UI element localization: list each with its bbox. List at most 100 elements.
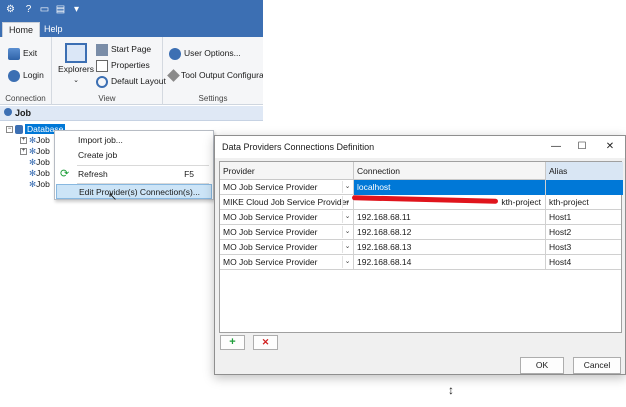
menu-item-refresh[interactable]: ⟳ Refresh F5 (56, 167, 212, 182)
tab-help[interactable]: Help (38, 22, 69, 37)
connection-cell[interactable]: localhost (354, 180, 546, 195)
alias-cell[interactable]: Host4 (546, 255, 623, 270)
user-settings-icon (169, 47, 181, 60)
maximize-icon[interactable]: ☐ (575, 140, 589, 154)
chevron-down-icon[interactable]: ⌄ (342, 211, 352, 223)
connection-cell[interactable]: 192.168.68.14 (354, 255, 546, 270)
mouse-pointer-icon: ↖ (108, 191, 118, 203)
chevron-down-icon: ⌄ (73, 77, 79, 84)
table-row[interactable]: MO Job Service Provider ⌄ 192.168.68.11 H… (220, 210, 621, 225)
ok-button[interactable]: OK (520, 357, 564, 374)
exit-button[interactable]: Exit (8, 47, 37, 60)
alias-cell[interactable]: kth-project (546, 195, 623, 210)
refresh-layout-icon (96, 75, 108, 88)
tree-node-job[interactable]: + ✻Job (20, 135, 50, 146)
help-icon[interactable]: ? (22, 3, 35, 16)
column-header-alias[interactable]: Alias (546, 162, 623, 180)
dropdown-icon[interactable]: ▾ (70, 3, 83, 16)
start-page-label: Start Page (111, 44, 152, 54)
tab-home[interactable]: Home (2, 22, 41, 37)
provider-combo[interactable]: MO Job Service Provider ⌄ (220, 180, 354, 195)
tree-node-job[interactable]: + ✻Job (20, 146, 50, 157)
menu-item-import-job[interactable]: Import job... (56, 133, 212, 148)
grid-header: Provider Connection Alias (220, 162, 623, 180)
providers-dialog: Data Providers Connections Definition — … (214, 135, 626, 375)
expand-icon[interactable]: + (20, 148, 27, 156)
refresh-icon: ⟳ (60, 168, 70, 180)
tree-node-label: Job (36, 135, 50, 145)
exit-label: Exit (23, 48, 38, 58)
tree-node-job[interactable]: ✻Job (29, 168, 50, 179)
explorers-button[interactable]: Explorers ⌄ (58, 43, 94, 87)
tool-output-button[interactable]: Tool Output Configuration... (167, 69, 263, 83)
window-icon[interactable]: ▭ (38, 3, 51, 16)
tree-node-job[interactable]: ✻Job (29, 157, 50, 168)
menu-item-edit-provider-connections[interactable]: Edit Provider(s) Connection(s)... (56, 184, 212, 199)
column-header-provider[interactable]: Provider (220, 162, 354, 180)
tree-node-label: Job (36, 168, 50, 178)
database-icon (15, 125, 23, 135)
expand-icon[interactable]: + (20, 137, 27, 145)
close-icon[interactable]: ✕ (603, 140, 617, 154)
group-connection: Exit Login Connection (0, 37, 52, 105)
table-row[interactable]: MO Job Service Provider ⌄ 192.168.68.14 H… (220, 255, 621, 270)
provider-combo[interactable]: MO Job Service Provider ⌄ (220, 255, 354, 270)
ribbon-tabs: Home Help (0, 20, 263, 37)
group-label-settings: Settings (198, 94, 228, 103)
connection-cell[interactable]: 192.168.68.11 (354, 210, 546, 225)
alias-cell[interactable]: Host1 (546, 210, 623, 225)
connections-grid: Provider Connection Alias MO Job Service… (219, 161, 623, 333)
table-row[interactable]: MO Job Service Provider ⌄ 192.168.68.13 H… (220, 240, 621, 255)
provider-value: MO Job Service Provider (223, 227, 318, 237)
alias-cell[interactable]: Host3 (546, 240, 623, 255)
provider-combo[interactable]: MO Job Service Provider ⌄ (220, 210, 354, 225)
default-layout-label: Default Layout (111, 76, 166, 86)
menu-item-label: Refresh (78, 169, 108, 179)
chevron-down-icon[interactable]: ⌄ (342, 196, 352, 208)
properties-icon (96, 59, 108, 72)
menu-item-label: Edit Provider(s) Connection(s)... (79, 187, 200, 197)
tool-output-label: Tool Output Configuration... (181, 70, 263, 80)
delete-row-button[interactable]: ✕ (253, 335, 278, 350)
cancel-button[interactable]: Cancel (573, 357, 621, 374)
group-settings: User Options... Tool Output Configuratio… (163, 37, 263, 105)
user-options-button[interactable]: User Options... (169, 47, 241, 60)
collapse-icon[interactable]: − (6, 126, 13, 134)
ribbon: Exit Login Connection Explorers ⌄ Start … (0, 37, 263, 105)
alias-cell[interactable]: Host2 (546, 225, 623, 240)
minimize-icon[interactable]: — (549, 140, 563, 154)
menu-item-create-job[interactable]: Create job (56, 148, 212, 163)
tree-node-job[interactable]: ✻Job (29, 179, 50, 190)
column-header-connection[interactable]: Connection (354, 162, 546, 180)
explorers-icon (65, 43, 87, 63)
provider-combo[interactable]: MO Job Service Provider ⌄ (220, 240, 354, 255)
provider-value: MIKE Cloud Job Service Provider (223, 197, 350, 207)
start-page-button[interactable]: Start Page (96, 43, 151, 56)
delete-icon: ✕ (261, 337, 270, 347)
group-view: Explorers ⌄ Start Page Properties Defaul… (52, 37, 166, 105)
group-label-connection: Connection (5, 94, 46, 103)
chevron-down-icon[interactable]: ⌄ (342, 256, 352, 268)
context-menu: Import job... Create job ⟳ Refresh F5 Ed… (54, 130, 214, 200)
group-label-view: View (98, 94, 116, 103)
table-row[interactable]: MO Job Service Provider ⌄ 192.168.68.12 H… (220, 225, 621, 240)
menu-separator (77, 165, 209, 166)
chevron-down-icon[interactable]: ⌄ (342, 181, 352, 193)
provider-combo[interactable]: MIKE Cloud Job Service Provider ⌄ (220, 195, 354, 210)
login-button[interactable]: Login (8, 69, 44, 82)
layout-icon[interactable]: ▤ (54, 3, 67, 16)
add-row-button[interactable]: + (220, 335, 245, 350)
job-panel-title: Job (15, 108, 32, 118)
default-layout-button[interactable]: Default Layout (96, 75, 166, 88)
connection-cell[interactable]: 192.168.68.12 (354, 225, 546, 240)
table-row[interactable]: MO Job Service Provider ⌄ localhost (220, 180, 623, 195)
chevron-down-icon[interactable]: ⌄ (342, 226, 352, 238)
alias-cell[interactable] (546, 180, 623, 195)
resize-cursor-icon: ↕ (448, 383, 454, 397)
app-logo-icon: ⚙ (6, 4, 15, 15)
tree-node-label: Job (36, 146, 50, 156)
provider-combo[interactable]: MO Job Service Provider ⌄ (220, 225, 354, 240)
connection-cell[interactable]: 192.168.68.13 (354, 240, 546, 255)
properties-button[interactable]: Properties (96, 59, 150, 72)
chevron-down-icon[interactable]: ⌄ (342, 241, 352, 253)
